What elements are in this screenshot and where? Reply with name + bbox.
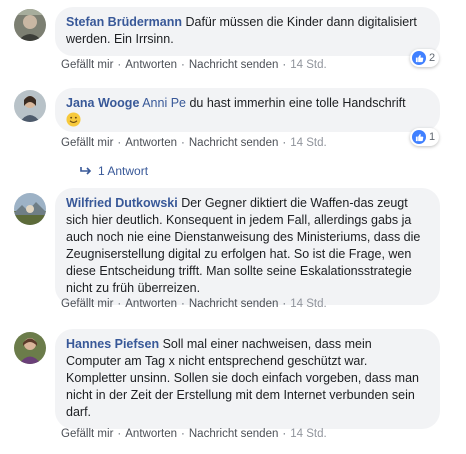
comment-bubble: Hannes Piefsen Soll mal einer nachweisen… [55, 329, 440, 429]
send-message-link[interactable]: Nachricht senden [189, 137, 279, 149]
reply-arrow-icon [80, 167, 92, 175]
comment-actions: Gefällt mir · Antworten · Nachricht senden · 1… [61, 298, 327, 310]
reply-link[interactable]: Antworten [125, 428, 177, 440]
comment-bubble: Stefan Brüdermann Dafür müssen die Kinde… [55, 7, 440, 56]
comment-author[interactable]: Hannes Piefsen [66, 337, 159, 351]
like-icon [412, 130, 426, 144]
reaction-count[interactable]: 2 [410, 49, 440, 67]
reply-link[interactable]: Antworten [125, 298, 177, 310]
view-replies-link[interactable]: 1 Antwort [80, 164, 148, 178]
avatar[interactable] [14, 9, 46, 41]
reaction-count[interactable]: 1 [410, 128, 440, 146]
like-icon [412, 51, 426, 65]
send-message-link[interactable]: Nachricht senden [189, 428, 279, 440]
comment-bubble: Wilfried Dutkowski Der Gegner diktiert d… [55, 188, 440, 305]
comment-text: Der Gegner diktiert die Waffen-das zeugt… [66, 196, 421, 295]
comment-author[interactable]: Wilfried Dutkowski [66, 196, 178, 210]
mention-link[interactable]: Anni Pe [142, 96, 186, 110]
smiley-emoji-icon [66, 112, 81, 127]
comment-author[interactable]: Jana Wooge [66, 96, 139, 110]
replies-count: 1 Antwort [98, 164, 149, 178]
timestamp[interactable]: 14 Std. [290, 59, 326, 71]
comment-actions: Gefällt mir · Antworten · Nachricht senden · 1… [61, 59, 327, 71]
reply-link[interactable]: Antworten [125, 59, 177, 71]
like-link[interactable]: Gefällt mir [61, 428, 113, 440]
send-message-link[interactable]: Nachricht senden [189, 59, 279, 71]
timestamp[interactable]: 14 Std. [290, 137, 326, 149]
like-link[interactable]: Gefällt mir [61, 137, 113, 149]
reply-link[interactable]: Antworten [125, 137, 177, 149]
avatar[interactable] [14, 193, 46, 225]
comment-text: du hast immerhin eine tolle Handschrift [189, 96, 406, 110]
send-message-link[interactable]: Nachricht senden [189, 298, 279, 310]
reaction-number: 2 [429, 52, 436, 64]
comment-actions: Gefällt mir · Antworten · Nachricht senden · 1… [61, 137, 327, 149]
reaction-number: 1 [429, 131, 436, 143]
comment-author[interactable]: Stefan Brüdermann [66, 15, 182, 29]
like-link[interactable]: Gefällt mir [61, 59, 113, 71]
comment-bubble: Jana Wooge Anni Pe du hast immerhin eine… [55, 88, 440, 132]
avatar[interactable] [14, 90, 46, 122]
timestamp[interactable]: 14 Std. [290, 428, 326, 440]
like-link[interactable]: Gefällt mir [61, 298, 113, 310]
avatar[interactable] [14, 332, 46, 364]
comment-actions: Gefällt mir · Antworten · Nachricht senden · 1… [61, 428, 327, 440]
timestamp[interactable]: 14 Std. [290, 298, 326, 310]
